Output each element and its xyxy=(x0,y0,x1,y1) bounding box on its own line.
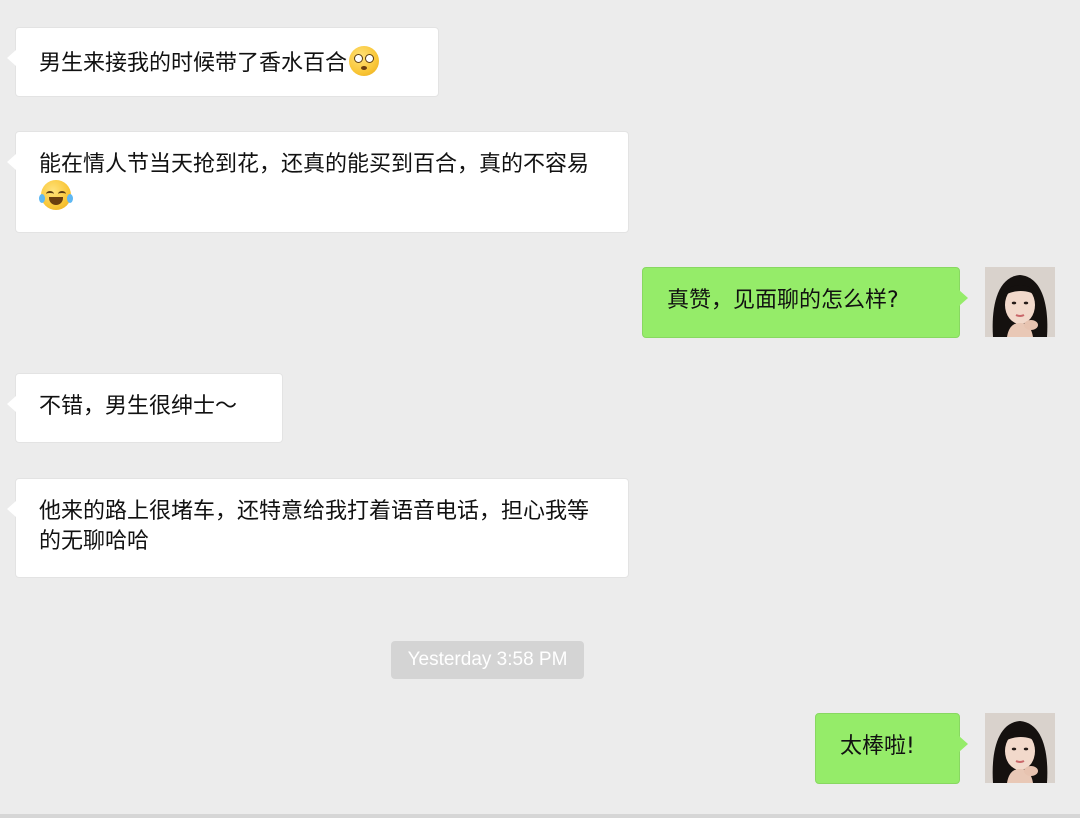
incoming-message-bubble[interactable]: 不错，男生很绅士～ xyxy=(7,373,283,443)
outgoing-message-bubble[interactable]: 太棒啦! xyxy=(815,713,968,784)
user-portrait-icon xyxy=(985,267,1055,337)
input-divider xyxy=(0,814,1080,818)
incoming-message-bubble[interactable]: 男生来接我的时候带了香水百合 xyxy=(7,27,439,97)
chat-message-area[interactable]: 男生来接我的时候带了香水百合 能在情人节当天抢到花，还真的能买到百合，真的不容易… xyxy=(0,0,1080,814)
flushed-face-emoji-icon xyxy=(349,46,380,76)
incoming-message-bubble[interactable]: 能在情人节当天抢到花，还真的能买到百合，真的不容易 xyxy=(7,131,629,233)
message-text: 能在情人节当天抢到花，还真的能买到百合，真的不容易 xyxy=(39,152,590,177)
avatar[interactable] xyxy=(985,267,1055,337)
user-portrait-icon xyxy=(985,713,1055,783)
message-text: 男生来接我的时候带了香水百合 xyxy=(39,51,348,76)
message-text: 他来的路上很堵车，还特意给我打着语音电话，担心我等的无聊哈哈 xyxy=(39,499,590,554)
message-text: 太棒啦! xyxy=(840,734,915,759)
avatar[interactable] xyxy=(985,713,1055,783)
message-text: 不错，男生很绅士～ xyxy=(39,394,238,419)
incoming-message-bubble[interactable]: 他来的路上很堵车，还特意给我打着语音电话，担心我等的无聊哈哈 xyxy=(7,478,629,578)
tears-of-joy-emoji-icon xyxy=(39,180,73,210)
message-timestamp: Yesterday 3:58 PM xyxy=(391,641,584,679)
outgoing-message-bubble[interactable]: 真赞，见面聊的怎么样? xyxy=(642,267,968,338)
message-text: 真赞，见面聊的怎么样? xyxy=(667,288,899,313)
